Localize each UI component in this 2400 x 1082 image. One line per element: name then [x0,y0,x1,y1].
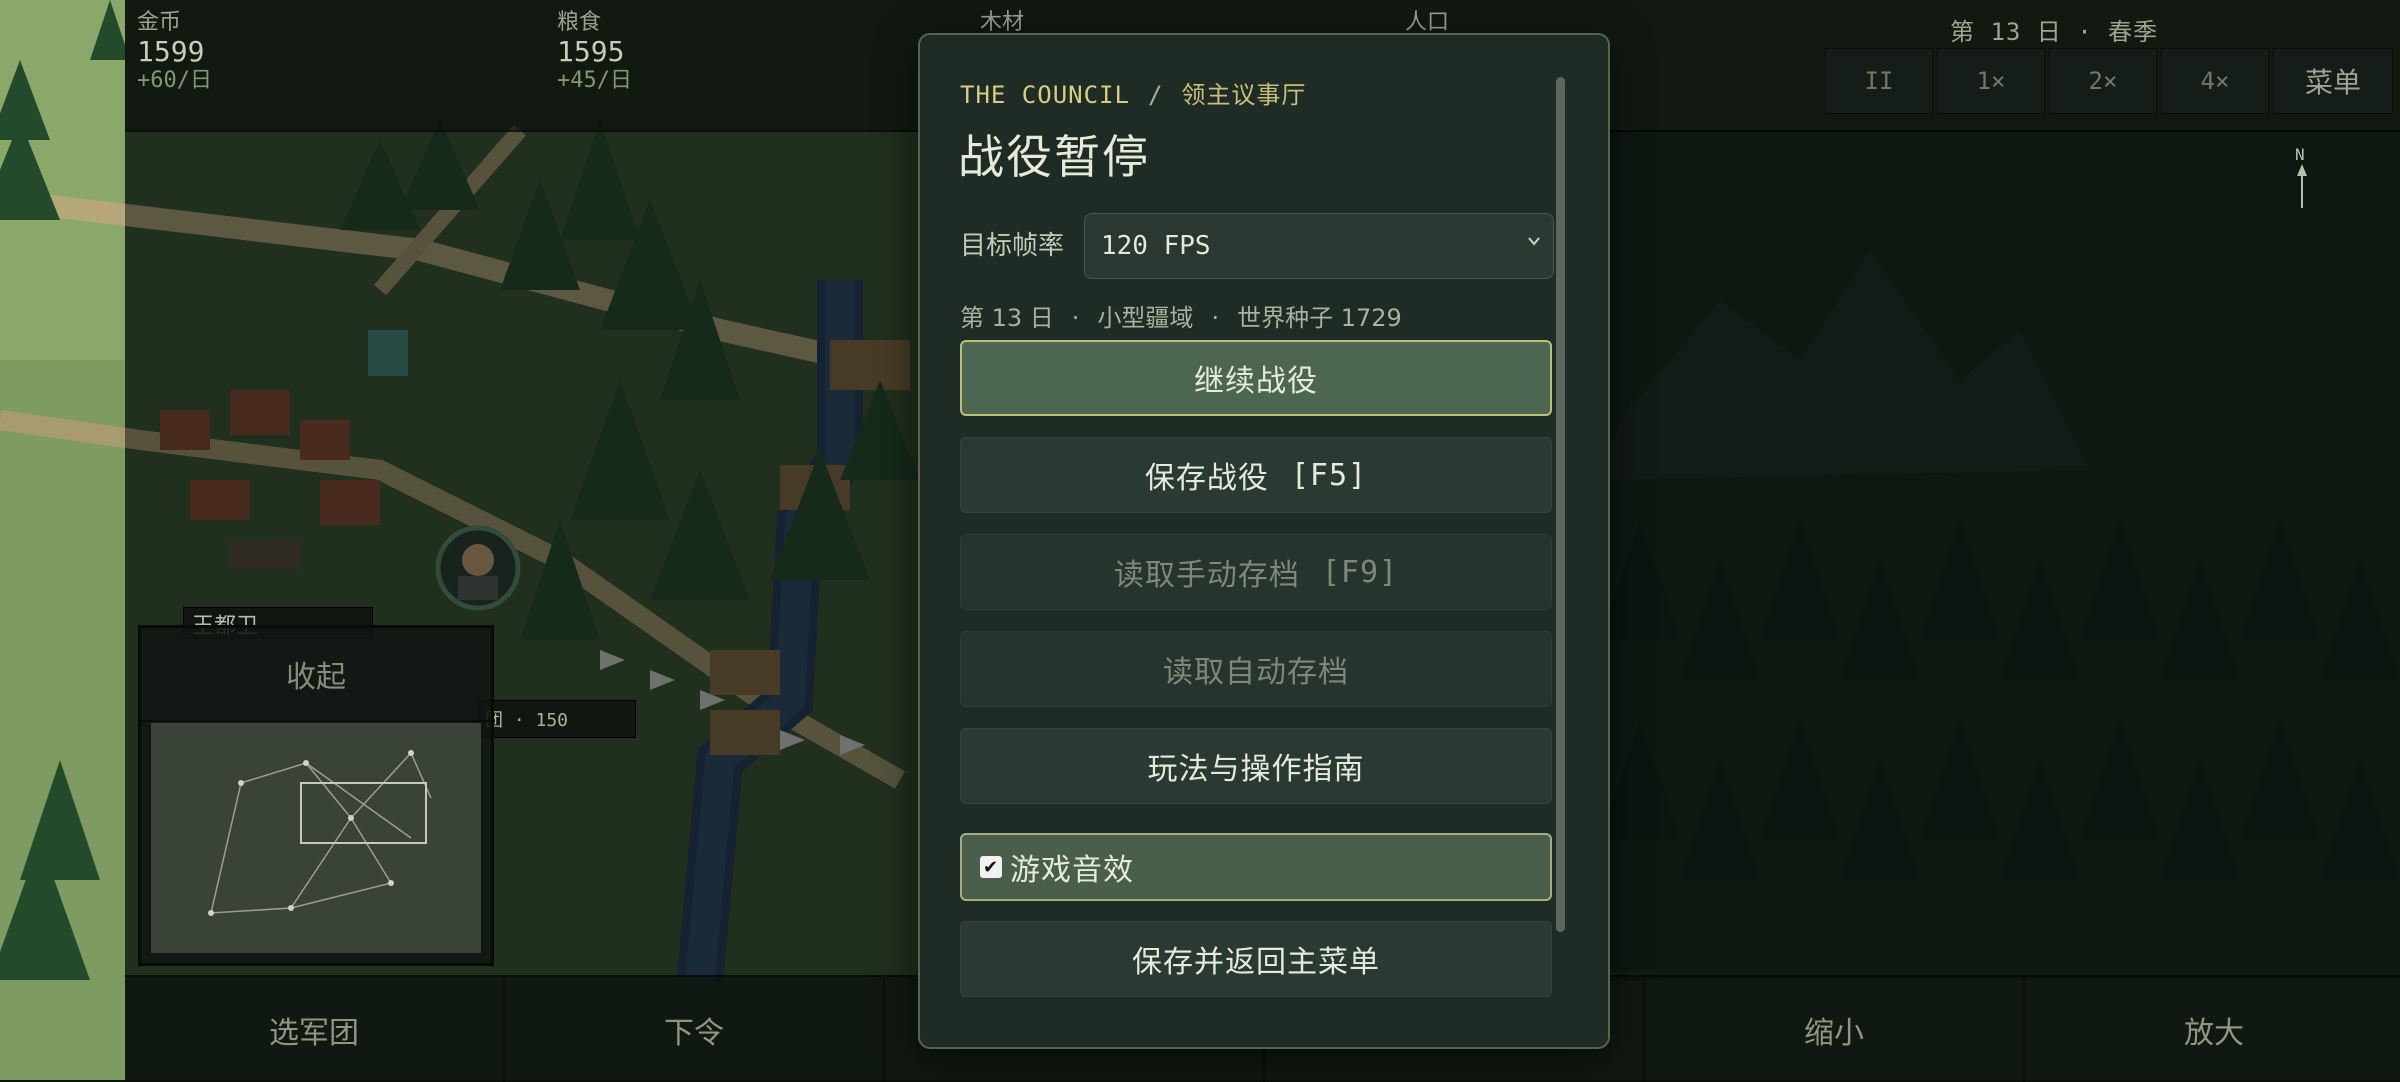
guide-button[interactable]: 玩法与操作指南 [960,728,1552,804]
checkbox-checked-icon[interactable]: ✔ [980,856,1002,878]
breadcrumb-cn: 领主议事厅 [1181,81,1307,109]
gold-resource: 金币 1599 +60/日 [137,10,212,94]
breadcrumb-en: THE COUNCIL [960,81,1130,109]
save-shortcut: [F5] [1290,457,1368,493]
order-button[interactable]: 下令 [505,977,885,1082]
dialog-scrollbar[interactable] [1556,77,1565,932]
food-resource: 粮食 1595 +45/日 [557,10,632,94]
guide-label: 玩法与操作指南 [1147,752,1365,787]
select-army-button[interactable]: 选军团 [125,977,505,1082]
gold-label: 金币 [137,10,182,35]
fps-select-value: 120 FPS [1101,231,1211,261]
dialog-scroll-thumb[interactable] [1556,77,1565,932]
load-auto-save-button[interactable]: 读取自动存档 [960,631,1552,707]
compass-arrow-icon [2297,164,2307,208]
compass-north-label: N [2295,145,2305,164]
chevron-down-icon [1528,237,1540,246]
resume-label: 继续战役 [1194,364,1318,399]
minimap-art [151,723,481,953]
zoom-in-button[interactable]: 放大 [2025,977,2400,1082]
save-exit-label: 保存并返回主菜单 [1132,945,1380,980]
meta-day: 第 13 日 [960,304,1054,332]
zoom-out-button[interactable]: 缩小 [1645,977,2025,1082]
load-manual-label: 读取手动存档 [1113,558,1300,593]
save-label: 保存战役 [1144,461,1269,496]
pause-menu-dialog: THE COUNCIL / 领主议事厅 战役暂停 目标帧率 120 FPS 第 13… [918,33,1610,1049]
breadcrumb-separator: / [1147,81,1164,109]
minimap-panel: 收起 [138,625,494,966]
compass-icon: N [2295,145,2309,214]
breadcrumb: THE COUNCIL / 领主议事厅 [960,75,1306,110]
sound-label: 游戏音效 [1010,853,1134,888]
meta-seed: 世界种子 1729 [1237,304,1402,332]
day-season-label: 第 13 日 · 春季 [1950,18,2159,46]
gold-rate: +60/日 [137,68,212,93]
resume-campaign-button[interactable]: 继续战役 [960,340,1552,416]
save-campaign-button[interactable]: 保存战役 [F5] [960,437,1552,513]
load-auto-label: 读取自动存档 [1163,655,1349,690]
meta-dot: · [1211,304,1220,332]
save-and-exit-button[interactable]: 保存并返回主菜单 [960,921,1552,997]
speed-1x-button[interactable]: 1× [1937,48,2045,114]
army-info-label: 团 · 150 [478,700,636,738]
minimap-collapse-button[interactable]: 收起 [141,628,491,722]
meta-dot: · [1071,304,1080,332]
campaign-meta: 第 13 日 · 小型疆域 · 世界种子 1729 [960,298,1402,333]
food-value: 1595 [557,35,625,68]
fps-label: 目标帧率 [960,231,1065,261]
pause-button[interactable]: II [1825,48,1933,114]
load-manual-shortcut: [F9] [1321,554,1399,590]
dialog-title: 战役暂停 [958,130,1150,184]
load-manual-save-button[interactable]: 读取手动存档 [F9] [960,534,1552,610]
speed-2x-button[interactable]: 2× [2049,48,2157,114]
minimap-view[interactable] [151,723,481,953]
speed-4x-button[interactable]: 4× [2161,48,2269,114]
food-rate: +45/日 [557,68,632,93]
gold-value: 1599 [137,35,205,68]
food-label: 粮食 [557,10,602,35]
sound-toggle[interactable]: ✔ 游戏音效 [960,833,1552,901]
fps-select[interactable]: 120 FPS [1084,213,1554,279]
menu-button[interactable]: 菜单 [2273,48,2393,114]
meta-size: 小型疆域 [1097,304,1194,332]
